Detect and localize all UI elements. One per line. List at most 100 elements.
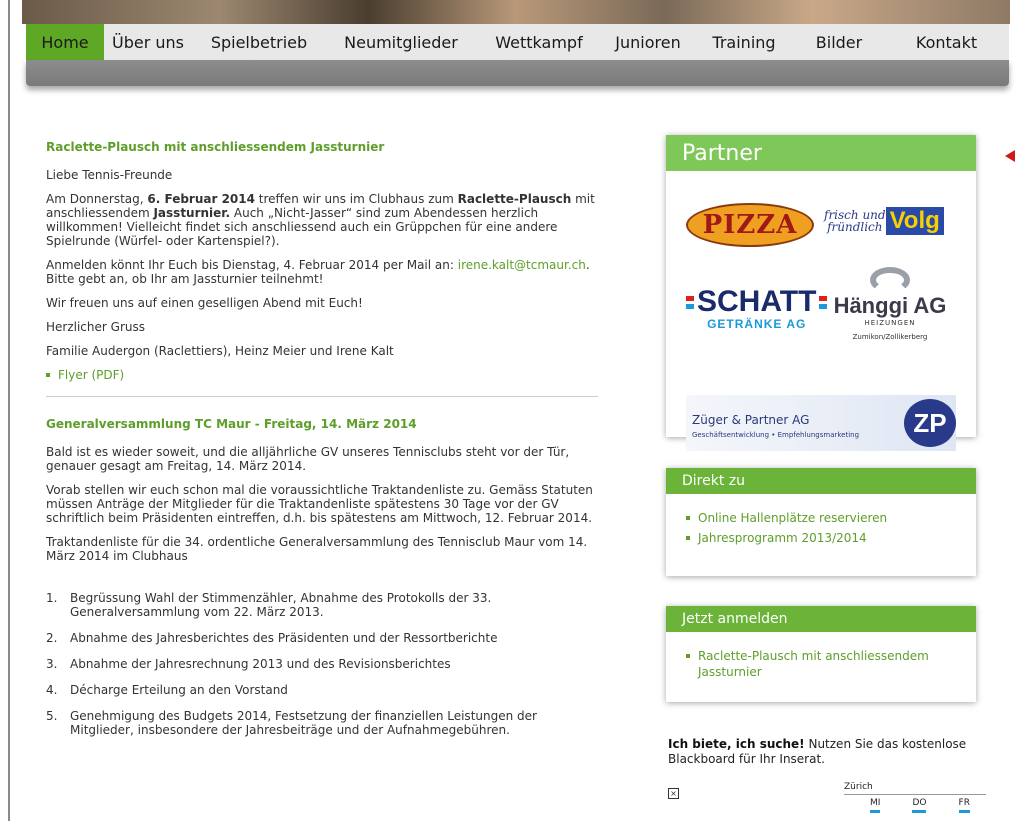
article-paragraph: Am Donnerstag, 6. Februar 2014 treffen w… bbox=[46, 192, 598, 248]
flyer-link[interactable]: Flyer (PDF) bbox=[46, 368, 598, 382]
zueger-logo[interactable]: Züger & Partner AG Geschäftsentwicklung … bbox=[686, 395, 956, 451]
agenda-item: 1. Begrüssung Wahl der Stimmenzähler, Abn… bbox=[46, 591, 598, 619]
link-label: Jahresprogramm 2013/2014 bbox=[698, 531, 867, 545]
nav-item-neumitglieder[interactable]: Neumitglieder bbox=[326, 24, 476, 60]
article-paragraph: Bald ist es wieder soweit, und die alljä… bbox=[46, 445, 570, 473]
article-paragraph: Traktandenliste für die 34. ordentliche … bbox=[46, 535, 588, 563]
article-raclette: Raclette-Plausch mit anschliessendem Jas… bbox=[46, 140, 598, 382]
header-banner-image bbox=[22, 0, 1010, 24]
left-border bbox=[8, 0, 10, 821]
haenggi-emblem-icon bbox=[870, 267, 910, 293]
nav-item-spielbetrieb[interactable]: Spielbetrieb bbox=[192, 24, 326, 60]
schatt-wordmark: SCHATT bbox=[686, 285, 828, 319]
weather-day: MI bbox=[870, 798, 881, 813]
text-run: Anmelden könnt Ihr Euch bis Dienstag, 4.… bbox=[46, 258, 458, 272]
haenggi-wordmark: Hänggi AG bbox=[833, 293, 947, 318]
weather-day: FR bbox=[958, 798, 970, 813]
arrow-left-icon[interactable] bbox=[1005, 150, 1015, 162]
email-link[interactable]: irene.kalt@tcmaur.ch bbox=[458, 258, 586, 272]
weather-divider bbox=[844, 794, 986, 795]
nav-item-ueber-uns[interactable]: Über uns bbox=[104, 24, 192, 60]
bullet-square-icon bbox=[686, 516, 690, 520]
article-generalversammlung: Generalversammlung TC Maur - Freitag, 14… bbox=[46, 417, 598, 737]
agenda-text: Begrüssung Wahl der Stimmenzähler, Abnah… bbox=[70, 591, 492, 619]
pizza-logo[interactable]: PIZZA bbox=[686, 203, 814, 247]
agenda-number: 1. bbox=[46, 591, 58, 605]
agenda-item: 5. Genehmigung des Budgets 2014, Festsetz… bbox=[46, 709, 598, 737]
link-hallenplaetze[interactable]: Online Hallenplätze reservieren bbox=[686, 510, 976, 526]
agenda-item: 4. Décharge Erteilung an den Vorstand bbox=[46, 683, 598, 697]
partner-logos: PIZZA frisch und fründlich Volg SCHATT G… bbox=[666, 171, 976, 451]
zueger-name: Züger & Partner AG bbox=[692, 413, 810, 427]
agenda-number: 4. bbox=[46, 683, 58, 697]
agenda-text: Décharge Erteilung an den Vorstand bbox=[70, 683, 288, 697]
jetzt-anmelden-title: Jetzt anmelden bbox=[666, 606, 976, 632]
agenda-text: Abnahme des Jahresberichtes des Präsiden… bbox=[70, 631, 498, 645]
zp-emblem-icon: ZP bbox=[904, 399, 956, 447]
agenda-number: 5. bbox=[46, 709, 58, 723]
weather-city: Zürich bbox=[844, 782, 873, 792]
link-label: Online Hallenplätze reservieren bbox=[698, 511, 888, 525]
nav-item-junioren[interactable]: Junioren bbox=[602, 24, 694, 60]
nav-item-kontakt[interactable]: Kontakt bbox=[884, 24, 1009, 60]
agenda-item: 2. Abnahme des Jahresberichtes des Präsid… bbox=[46, 631, 598, 645]
partner-box-title: Partner bbox=[666, 135, 976, 171]
partner-box: Partner PIZZA frisch und fründlich Volg … bbox=[666, 135, 976, 451]
volg-wordmark: Volg bbox=[885, 207, 944, 235]
volg-slogan-line: fründlich bbox=[827, 220, 883, 234]
article-paragraph: Wir freuen uns auf einen geselligen Aben… bbox=[46, 296, 363, 310]
link-raclette-anmeldung[interactable]: Raclette-Plausch mit anschliessendem Jas… bbox=[686, 648, 976, 680]
direkt-zu-box: Direkt zu Online Hallenplätze reserviere… bbox=[666, 468, 976, 576]
haenggi-location: Zumikon/Zollikerberg bbox=[852, 333, 928, 341]
text-run: treffen wir uns im Clubhaus zum bbox=[254, 192, 458, 206]
nav-item-wettkampf[interactable]: Wettkampf bbox=[476, 24, 602, 60]
jetzt-anmelden-box: Jetzt anmelden Raclette-Plausch mit ansc… bbox=[666, 606, 976, 702]
flyer-link-label: Flyer (PDF) bbox=[58, 368, 125, 382]
nav-item-home[interactable]: Home bbox=[26, 24, 104, 60]
haenggi-subtitle: HEIZUNGEN bbox=[864, 319, 916, 327]
article-paragraph: Vorab stellen wir euch schon mal die vor… bbox=[46, 483, 593, 525]
article-paragraph: Herzlicher Gruss bbox=[46, 320, 145, 334]
link-label: Raclette-Plausch mit anschliessendem Jas… bbox=[698, 649, 929, 679]
weather-widget: Zürich MI DO FR bbox=[844, 782, 986, 813]
article-paragraph: Anmelden könnt Ihr Euch bis Dienstag, 4.… bbox=[46, 258, 598, 286]
direkt-zu-title: Direkt zu bbox=[666, 468, 976, 494]
nav-item-training[interactable]: Training bbox=[694, 24, 794, 60]
text-bold: 6. Februar 2014 bbox=[147, 192, 255, 206]
direkt-zu-links: Online Hallenplätze reservieren Jahrespr… bbox=[666, 494, 976, 546]
article-title[interactable]: Generalversammlung TC Maur - Freitag, 14… bbox=[46, 417, 598, 431]
bullet-square-icon bbox=[686, 536, 690, 540]
schatt-bars-icon bbox=[686, 295, 694, 309]
divider bbox=[46, 396, 598, 397]
volg-logo[interactable]: frisch und fründlich Volg bbox=[824, 207, 944, 235]
schatt-word: SCHATT bbox=[697, 285, 817, 318]
agenda-number: 3. bbox=[46, 657, 58, 671]
zueger-tagline: Geschäftsentwicklung • Empfehlungsmarket… bbox=[692, 431, 860, 439]
agenda-text: Genehmigung des Budgets 2014, Festsetzun… bbox=[70, 709, 537, 737]
blackboard-teaser: Ich biete, ich suche! Nutzen Sie das kos… bbox=[668, 737, 968, 767]
text-bold: Raclette-Plausch bbox=[457, 192, 572, 206]
haenggi-logo[interactable]: Hänggi AG HEIZUNGEN Zumikon/Zollikerberg bbox=[830, 267, 950, 341]
schatt-logo[interactable]: SCHATT GETRÄNKE AG bbox=[686, 285, 828, 331]
nav-item-bilder[interactable]: Bilder bbox=[794, 24, 884, 60]
text-run: Am Donnerstag, bbox=[46, 192, 148, 206]
text-bold: Jassturnier. bbox=[153, 206, 231, 220]
broken-image-icon: × bbox=[668, 788, 679, 799]
article-paragraph: Familie Audergon (Raclettiers), Heinz Me… bbox=[46, 344, 394, 358]
blackboard-headline[interactable]: Ich biete, ich suche! bbox=[668, 737, 805, 751]
bullet-square-icon bbox=[686, 654, 690, 658]
main-content: Raclette-Plausch mit anschliessendem Jas… bbox=[46, 140, 598, 749]
link-jahresprogramm[interactable]: Jahresprogramm 2013/2014 bbox=[686, 530, 976, 546]
agenda-item: 3. Abnahme der Jahresrechnung 2013 und de… bbox=[46, 657, 598, 671]
article-greeting: Liebe Tennis-Freunde bbox=[46, 168, 173, 182]
agenda-list: 1. Begrüssung Wahl der Stimmenzähler, Abn… bbox=[46, 591, 598, 737]
agenda-number: 2. bbox=[46, 631, 58, 645]
volg-slogan: frisch und fründlich bbox=[824, 209, 886, 233]
weather-days: MI DO FR bbox=[844, 798, 986, 813]
bullet-square-icon bbox=[46, 373, 50, 377]
jetzt-anmelden-links: Raclette-Plausch mit anschliessendem Jas… bbox=[666, 632, 976, 680]
article-title[interactable]: Raclette-Plausch mit anschliessendem Jas… bbox=[46, 140, 598, 154]
schatt-subtitle: GETRÄNKE AG bbox=[707, 317, 807, 331]
agenda-text: Abnahme der Jahresrechnung 2013 und des … bbox=[70, 657, 451, 671]
main-nav: Home Über uns Spielbetrieb Neumitglieder… bbox=[26, 24, 1009, 60]
